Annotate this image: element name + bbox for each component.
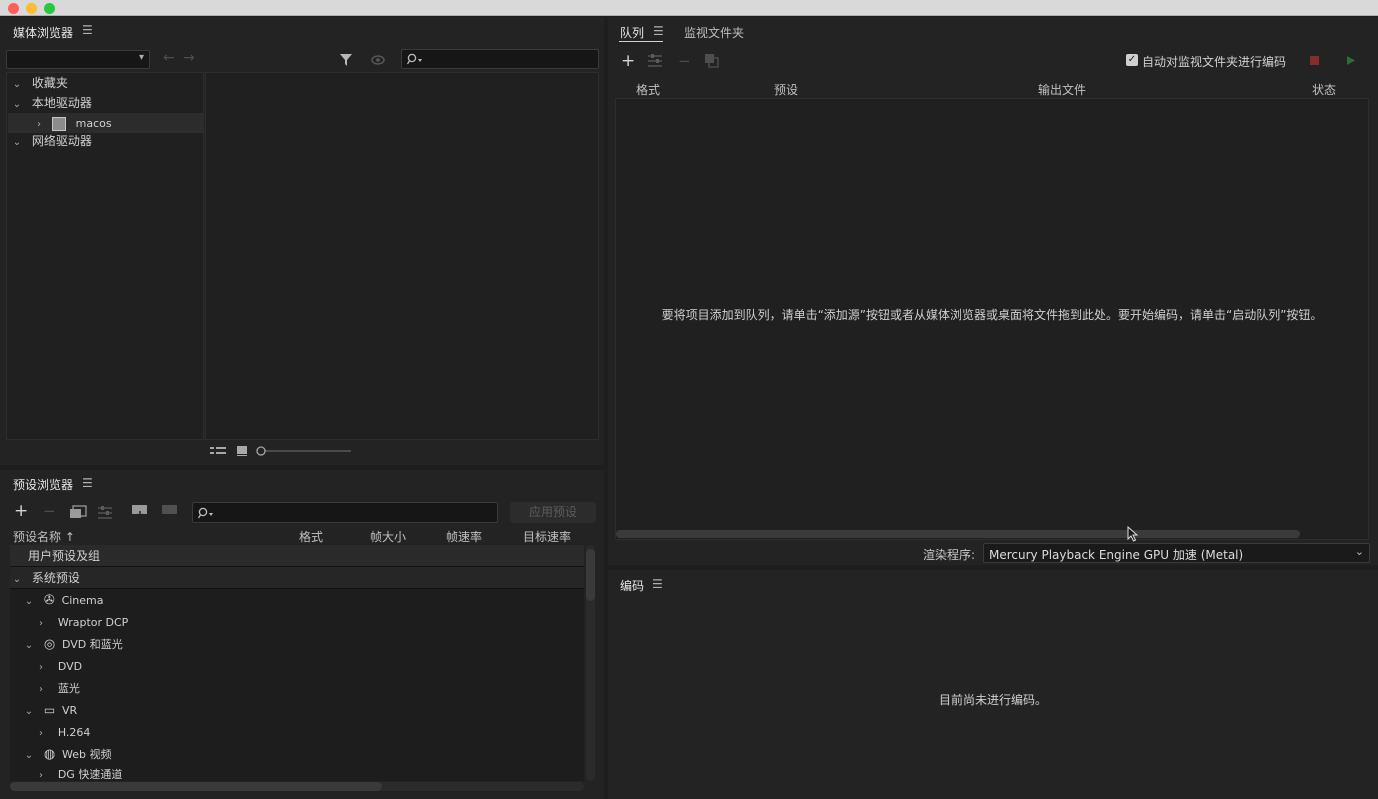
preset-row-h264[interactable]: › H.264 [34, 721, 90, 743]
media-browser-title: 媒体浏览器 [13, 26, 74, 40]
back-arrow-icon[interactable]: ← [163, 50, 175, 66]
tree-item-network-drives[interactable]: ⌄ 网络驱动器 [10, 131, 92, 151]
tab-queue[interactable]: 队列 [620, 24, 644, 41]
search-icon [407, 53, 422, 65]
new-group-icon[interactable] [69, 505, 87, 519]
queue-column-output-file[interactable]: 输出文件 [1038, 81, 1086, 98]
chevron-right-icon[interactable]: › [34, 657, 48, 679]
eye-icon[interactable] [370, 54, 386, 66]
preset-search-input[interactable] [192, 502, 498, 523]
chevron-down-icon[interactable]: ⌄ [10, 75, 24, 95]
renderer-label: 渲染程序: [923, 548, 976, 562]
preset-browser-title: 预设浏览器 [13, 478, 74, 492]
preset-row-web-video[interactable]: ⌄ ◍ Web 视频 [22, 743, 112, 767]
minimize-window-button[interactable] [26, 3, 37, 14]
tree-item-favorites[interactable]: ⌄ 收藏夹 [10, 73, 68, 93]
chevron-down-icon[interactable]: ⌄ [22, 745, 36, 767]
apply-preset-button[interactable]: 应用预设 [510, 502, 596, 523]
media-content-pane [205, 72, 599, 440]
search-icon [198, 507, 213, 519]
encoding-empty-message: 目前尚未进行编码。 [938, 693, 1047, 707]
scrollbar-thumb[interactable] [10, 782, 382, 791]
filter-icon[interactable] [338, 52, 354, 68]
hard-drive-icon [51, 116, 66, 131]
auto-encode-label: 自动对监视文件夹进行编码 [1142, 55, 1287, 69]
preset-row-wraptor-dcp[interactable]: › Wraptor DCP [34, 611, 128, 633]
queue-column-format[interactable]: 格式 [636, 81, 660, 98]
chevron-down-icon: ⌄ [1354, 545, 1364, 558]
scrollbar-thumb[interactable] [586, 549, 595, 601]
preset-row-cinema[interactable]: ⌄ ✇ Cinema [22, 589, 104, 611]
encoding-menu-icon[interactable]: ☰ [652, 577, 663, 591]
media-search-input[interactable] [401, 49, 599, 69]
preset-row-dvd-bluray[interactable]: ⌄ ◎ DVD 和蓝光 [22, 633, 123, 655]
queue-settings-icon[interactable] [647, 53, 663, 67]
preset-row-dvd[interactable]: › DVD [34, 655, 82, 677]
preset-browser-menu-icon[interactable]: ☰ [82, 476, 93, 490]
chevron-right-icon[interactable]: › [34, 723, 48, 745]
location-dropdown[interactable]: ▾ [6, 50, 150, 69]
queue-column-preset[interactable]: 预设 [774, 81, 798, 98]
zoom-window-button[interactable] [44, 3, 55, 14]
mouse-cursor-icon [1127, 526, 1139, 542]
add-source-icon[interactable]: + [621, 51, 635, 71]
chevron-down-icon[interactable]: ⌄ [10, 95, 24, 115]
add-preset-icon[interactable]: + [14, 501, 28, 521]
scrollbar-thumb[interactable] [616, 530, 1300, 538]
renderer-value: Mercury Playback Engine GPU 加速 (Metal) [989, 548, 1244, 562]
active-tab-underline [619, 41, 663, 42]
chevron-right-icon[interactable]: › [34, 613, 48, 635]
tree-item-macos[interactable]: › macos [8, 113, 203, 133]
column-preset-name[interactable]: 预设名称 ↑ [13, 528, 75, 545]
duplicate-icon[interactable] [704, 53, 720, 69]
tab-watch-folders[interactable]: 监视文件夹 [684, 24, 744, 41]
chevron-down-icon[interactable]: ⌄ [10, 569, 24, 591]
export-preset-icon[interactable] [161, 504, 179, 518]
chevron-down-icon[interactable]: ⌄ [22, 591, 36, 613]
preset-horizontal-scrollbar[interactable] [10, 782, 584, 791]
column-frame-size[interactable]: 帧大小 [370, 528, 406, 545]
column-frame-rate[interactable]: 帧速率 [446, 528, 482, 545]
chevron-down-icon: ▾ [138, 52, 144, 63]
renderer-dropdown[interactable]: Mercury Playback Engine GPU 加速 (Metal) ⌄ [983, 543, 1370, 563]
icon-view-icon[interactable] [236, 445, 248, 457]
column-target-rate[interactable]: 目标速率 [523, 528, 571, 545]
media-browser-menu-icon[interactable]: ☰ [82, 23, 93, 37]
tree-item-local-drives[interactable]: ⌄ 本地驱动器 [10, 93, 92, 113]
stop-queue-button[interactable] [1310, 56, 1319, 65]
remove-icon[interactable]: − [678, 52, 691, 70]
preset-settings-icon[interactable] [97, 505, 113, 519]
chevron-down-icon[interactable]: ⌄ [10, 133, 24, 153]
encoding-panel [608, 570, 1378, 799]
encoding-title: 编码 [620, 579, 645, 593]
auto-encode-checkbox[interactable]: ✓ [1126, 54, 1138, 66]
import-preset-icon[interactable] [131, 504, 149, 518]
queue-empty-message: 要将项目添加到队列，请单击“添加源”按钮或者从媒体浏览器或桌面将文件拖到此处。要… [661, 308, 1323, 322]
list-view-icon[interactable] [209, 445, 227, 457]
queue-menu-icon[interactable]: ☰ [653, 24, 664, 38]
preset-row-dg-fast-channel[interactable]: › DG 快速通道 [34, 765, 122, 783]
preset-row-user-presets[interactable]: 用户预设及组 [10, 545, 584, 567]
preset-row-bluray[interactable]: › 蓝光 [34, 677, 80, 699]
zoom-slider[interactable] [256, 445, 352, 457]
preset-row-vr[interactable]: ⌄ ▭ VR [22, 699, 77, 721]
vr-headset-icon: ▭ [43, 703, 56, 717]
disc-icon: ◎ [43, 637, 56, 652]
globe-icon: ◍ [43, 747, 56, 762]
film-icon: ✇ [43, 593, 55, 608]
close-window-button[interactable] [8, 3, 19, 14]
start-queue-button[interactable] [1346, 55, 1356, 66]
chevron-right-icon[interactable]: › [34, 767, 48, 783]
window-titlebar [0, 0, 1378, 16]
remove-preset-icon[interactable]: − [43, 502, 56, 520]
column-format[interactable]: 格式 [299, 528, 323, 545]
preset-row-system-presets[interactable]: ⌄ 系统预设 [10, 567, 584, 589]
queue-column-status[interactable]: 状态 [1312, 81, 1336, 98]
chevron-right-icon[interactable]: › [34, 679, 48, 701]
chevron-down-icon[interactable]: ⌄ [22, 701, 36, 723]
queue-horizontal-scrollbar[interactable] [616, 530, 1300, 538]
forward-arrow-icon[interactable]: → [183, 50, 195, 66]
preset-vertical-scrollbar[interactable] [586, 545, 595, 781]
chevron-down-icon[interactable]: ⌄ [22, 635, 36, 657]
